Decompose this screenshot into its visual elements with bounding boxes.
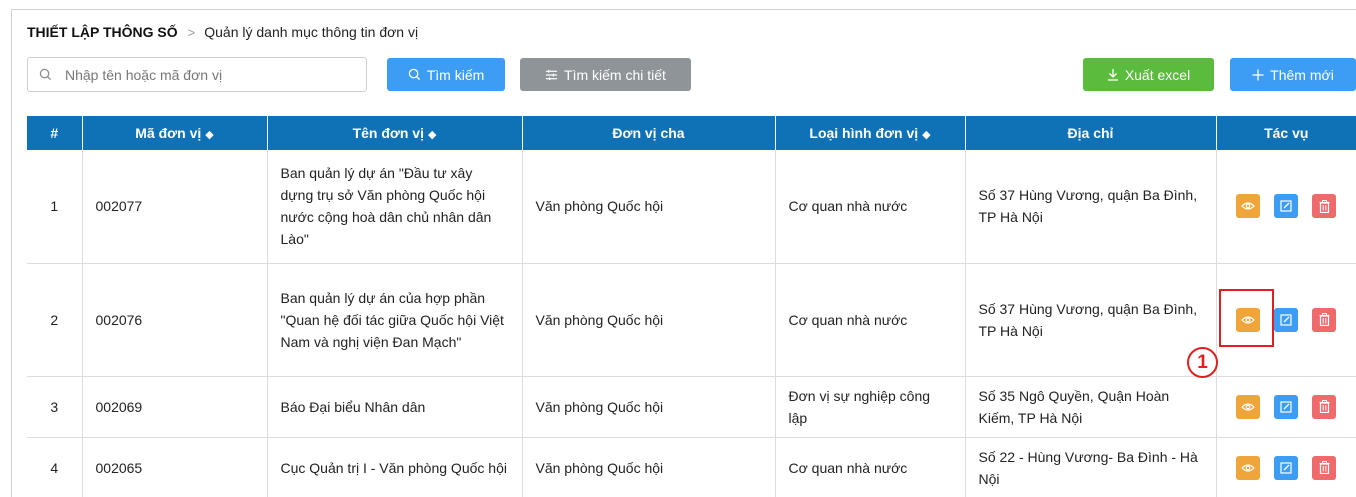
cell-name: Ban quản lý dự án "Đầu tư xây dựng trụ s… — [267, 150, 523, 264]
eye-icon — [1241, 463, 1256, 472]
view-button[interactable] — [1236, 394, 1261, 419]
delete-button[interactable] — [1312, 307, 1337, 332]
column-header-type[interactable]: Loại hình đơn vị ◆ — [775, 116, 966, 150]
cell-parent: Văn phòng Quốc hội — [522, 263, 776, 377]
table-row: 1 002077 Ban quản lý dự án "Đầu tư xây d… — [27, 150, 1356, 264]
column-header-name-label: Tên đơn vị — [352, 125, 424, 141]
table-row: 4 002065 Cục Quản trị I - Văn phòng Quốc… — [27, 437, 1356, 497]
cell-address: Số 37 Hùng Vương, quận Ba Đình, TP Hà Nộ… — [965, 150, 1217, 264]
table-row: 2 002076 Ban quản lý dự án của hợp phần … — [27, 263, 1356, 377]
sort-icon[interactable]: ◆ — [205, 129, 213, 141]
eye-icon — [1241, 202, 1256, 210]
download-icon — [1107, 69, 1118, 81]
cell-name: Ban quản lý dự án của hợp phần "Quan hệ … — [267, 263, 523, 377]
cell-code: 002069 — [82, 376, 268, 438]
cell-name: Cục Quản trị I - Văn phòng Quốc hội — [267, 437, 523, 497]
table-header-row: # Mã đơn vị ◆ Tên đơn vị ◆ Đơn vị cha Loại… — [27, 116, 1356, 150]
view-button-highlight — [1219, 289, 1274, 347]
callout-marker: 1 — [1187, 347, 1218, 378]
breadcrumb: THIẾT LẬP THÔNG SỐ > Quản lý danh mục th… — [27, 22, 418, 42]
cell-parent: Văn phòng Quốc hội — [522, 150, 776, 264]
column-header-code[interactable]: Mã đơn vị ◆ — [82, 116, 268, 150]
delete-button[interactable] — [1312, 455, 1337, 480]
cell-parent: Văn phòng Quốc hội — [522, 376, 776, 438]
cell-type: Đơn vị sự nghiệp công lập — [775, 376, 966, 438]
edit-button[interactable] — [1274, 194, 1299, 219]
cell-index: 1 — [27, 150, 83, 264]
trash-icon — [1319, 199, 1330, 213]
cell-name: Báo Đại biểu Nhân dân — [267, 376, 523, 438]
cell-actions — [1216, 150, 1356, 264]
view-button[interactable] — [1236, 194, 1261, 219]
filter-icon — [545, 69, 558, 80]
column-header-type-label: Loại hình đơn vị — [809, 125, 919, 141]
cell-index: 2 — [27, 263, 83, 377]
breadcrumb-root[interactable]: THIẾT LẬP THÔNG SỐ — [27, 24, 178, 40]
delete-button[interactable] — [1312, 194, 1337, 219]
sort-icon[interactable]: ◆ — [922, 129, 930, 141]
trash-icon — [1319, 313, 1330, 326]
cell-type: Cơ quan nhà nước — [775, 437, 966, 497]
cell-code: 002076 — [82, 263, 268, 377]
edit-button[interactable] — [1274, 455, 1299, 480]
table-row: 3 002069 Báo Đại biểu Nhân dân Văn phòng… — [27, 376, 1356, 438]
column-header-address: Địa chỉ — [965, 116, 1217, 150]
add-new-button[interactable]: Thêm mới — [1230, 58, 1356, 91]
search-box[interactable] — [27, 57, 367, 92]
search-input[interactable] — [65, 66, 335, 83]
cell-parent: Văn phòng Quốc hội — [522, 437, 776, 497]
sort-icon[interactable]: ◆ — [428, 129, 436, 141]
delete-button[interactable] — [1312, 394, 1337, 419]
cell-type: Cơ quan nhà nước — [775, 150, 966, 264]
edit-icon — [1280, 313, 1292, 326]
plus-icon — [1252, 69, 1264, 80]
search-button-label: Tìm kiếm — [426, 66, 485, 83]
detail-search-button-label: Tìm kiếm chi tiết — [564, 66, 666, 83]
breadcrumb-current: Quản lý danh mục thông tin đơn vị — [204, 24, 419, 40]
detail-search-button[interactable]: Tìm kiếm chi tiết — [520, 58, 691, 91]
cell-code: 002077 — [82, 150, 268, 264]
column-header-code-label: Mã đơn vị — [135, 125, 202, 141]
cell-actions — [1216, 437, 1356, 497]
breadcrumb-separator: > — [187, 24, 196, 40]
cell-type: Cơ quan nhà nước — [775, 263, 966, 377]
column-header-index: # — [27, 116, 83, 150]
edit-icon — [1280, 200, 1292, 212]
search-button[interactable]: Tìm kiếm — [387, 58, 505, 91]
add-new-label: Thêm mới — [1270, 66, 1334, 83]
search-icon — [408, 68, 420, 81]
cell-address: Số 22 - Hùng Vương- Ba Đình - Hà Nội — [965, 437, 1217, 497]
export-excel-label: Xuất excel — [1124, 66, 1191, 83]
cell-index: 3 — [27, 376, 83, 438]
unit-table: # Mã đơn vị ◆ Tên đơn vị ◆ Đơn vị cha Loại… — [27, 116, 1356, 497]
edit-button[interactable] — [1274, 307, 1299, 332]
edit-icon — [1280, 461, 1292, 474]
edit-icon — [1280, 400, 1292, 413]
cell-index: 4 — [27, 437, 83, 497]
column-header-parent: Đơn vị cha — [522, 116, 776, 150]
view-button[interactable] — [1236, 455, 1261, 480]
cell-code: 002065 — [82, 437, 268, 497]
trash-icon — [1319, 400, 1330, 413]
cell-address: Số 37 Hùng Vương, quận Ba Đình, TP Hà Nộ… — [965, 263, 1217, 377]
trash-icon — [1319, 461, 1330, 474]
cell-actions — [1216, 376, 1356, 438]
column-header-actions: Tác vụ — [1216, 116, 1356, 150]
edit-button[interactable] — [1274, 394, 1299, 419]
eye-icon — [1241, 402, 1256, 411]
cell-address: Số 35 Ngô Quyền, Quận Hoàn Kiếm, TP Hà N… — [965, 376, 1217, 438]
export-excel-button[interactable]: Xuất excel — [1083, 58, 1214, 91]
column-header-name[interactable]: Tên đơn vị ◆ — [267, 116, 523, 150]
search-icon — [39, 68, 52, 81]
